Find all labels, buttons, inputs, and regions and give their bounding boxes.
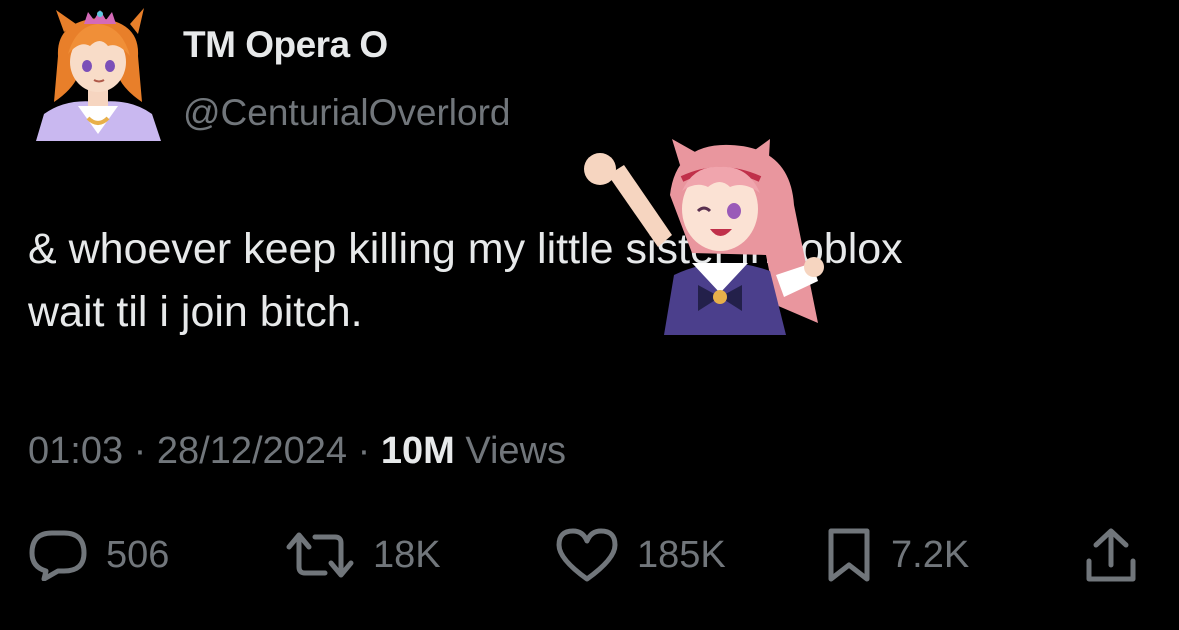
tweet-time[interactable]: 01:03 xyxy=(28,430,123,472)
views-count: 10M xyxy=(380,430,455,472)
share-button[interactable] xyxy=(1084,520,1138,590)
author-handle[interactable]: @CenturialOverlord xyxy=(183,92,511,134)
reply-icon xyxy=(29,530,87,581)
reply-button[interactable]: 506 xyxy=(28,520,169,590)
like-count: 185K xyxy=(637,533,726,576)
tweet-meta: 01:03 · 28/12/2024 · 10M Views xyxy=(28,430,566,473)
like-button[interactable]: 185K xyxy=(555,520,726,590)
author-display-name[interactable]: TM Opera O xyxy=(183,24,388,66)
sticker-image xyxy=(580,135,825,335)
tweet-date[interactable]: 28/12/2024 xyxy=(157,430,347,472)
bookmark-button[interactable]: 7.2K xyxy=(825,520,969,590)
meta-separator: · xyxy=(133,430,147,472)
like-icon xyxy=(556,528,618,582)
share-icon xyxy=(1086,528,1136,582)
anime-girl-sticker-icon xyxy=(584,139,824,335)
repost-button[interactable]: 18K xyxy=(285,520,441,590)
anime-avatar-icon xyxy=(36,8,161,141)
views-label: Views xyxy=(465,430,567,472)
action-bar: 506 18K 185K 7.2K xyxy=(0,520,1179,590)
bookmark-count: 7.2K xyxy=(891,533,970,576)
repost-icon xyxy=(286,532,354,578)
bookmark-icon xyxy=(828,528,870,582)
avatar[interactable] xyxy=(26,6,171,141)
meta-separator: · xyxy=(357,430,371,472)
reply-count: 506 xyxy=(106,533,170,576)
repost-count: 18K xyxy=(373,533,441,576)
